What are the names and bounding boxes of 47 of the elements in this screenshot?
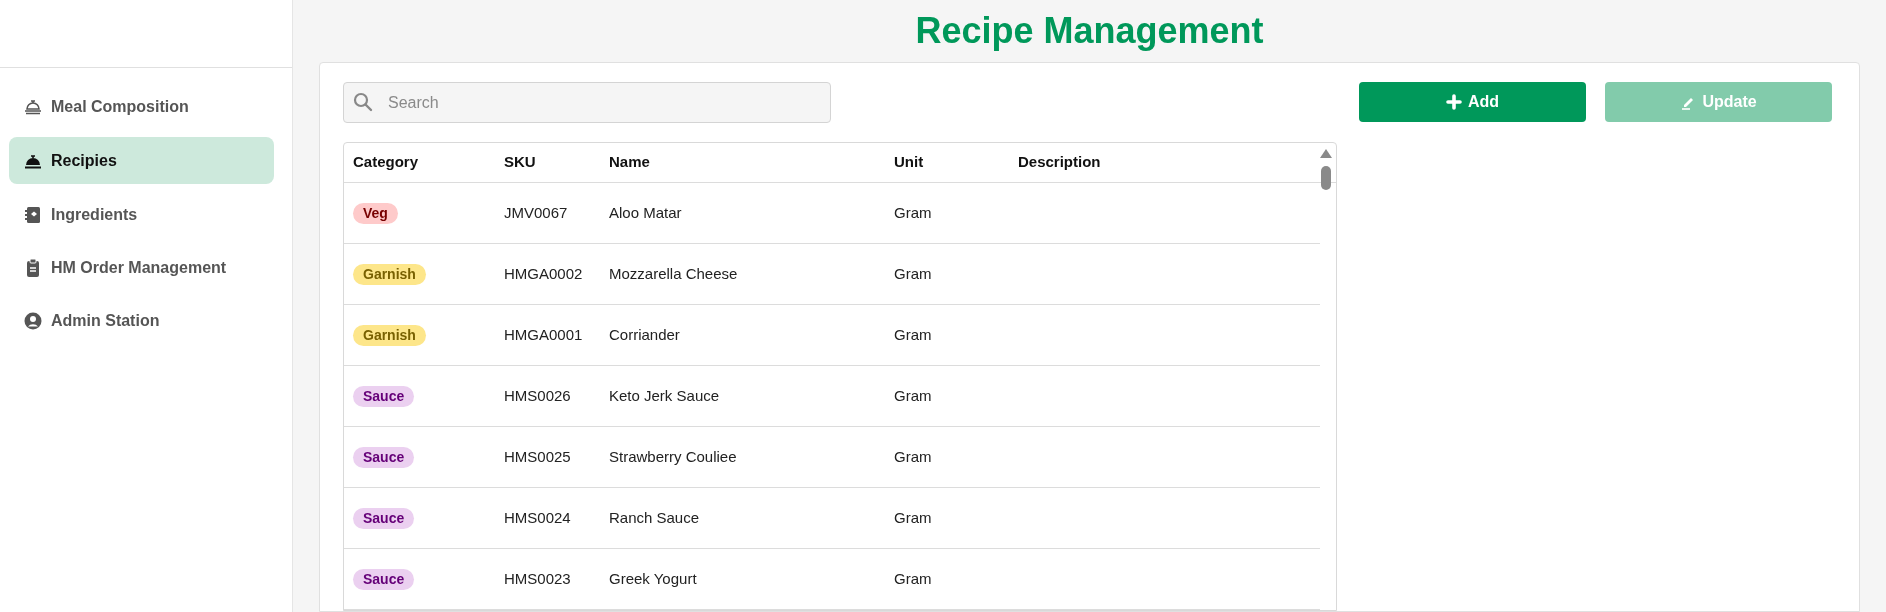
sidebar-item[interactable]: HM Order Management [9, 245, 274, 290]
column-header[interactable]: Category [353, 153, 419, 171]
column-header[interactable]: SKU [504, 153, 536, 171]
category-tag: Veg [353, 202, 398, 224]
category-tag: Garnish [353, 263, 426, 285]
table-cell: HMGA0002 [504, 264, 583, 282]
table-cell: HMGA0001 [504, 325, 583, 343]
table-cell: Corriander [609, 325, 680, 343]
column-header[interactable]: Name [609, 153, 650, 171]
table-cell: Gram [894, 447, 932, 465]
table-cell: JMV0067 [504, 203, 568, 221]
column-header[interactable]: Unit [894, 153, 924, 171]
category-tag: Sauce [353, 385, 415, 407]
table-cell: Mozzarella Cheese [609, 264, 738, 282]
sidebar-item[interactable]: Recipies [9, 137, 274, 184]
user-icon [23, 310, 43, 331]
table-cell: HMS0026 [504, 386, 571, 404]
table-cell: Gram [894, 386, 932, 404]
table-cell: HMS0025 [504, 447, 571, 465]
table-cell: Strawberry Couliee [609, 447, 737, 465]
sidebar-item[interactable]: Admin Station [9, 298, 274, 343]
table-cell: Aloo Matar [609, 203, 682, 221]
table-cell: Keto Jerk Sauce [609, 386, 720, 404]
table-cell: HMS0023 [504, 569, 571, 587]
category-tag: Garnish [353, 324, 426, 346]
table-cell: Ranch Sauce [609, 508, 700, 526]
category-tag: Sauce [353, 568, 415, 590]
sidebar-item[interactable]: Ingredients [9, 192, 274, 237]
table-cell: HMS0024 [504, 508, 571, 526]
search-field[interactable]: Search [343, 82, 831, 123]
table-cell: Gram [894, 508, 932, 526]
table-cell: Gram [894, 325, 932, 343]
search-icon [353, 92, 373, 112]
sidebar-item[interactable]: Meal Composition [9, 84, 274, 129]
book-icon [23, 204, 43, 225]
plus-icon [1445, 94, 1462, 110]
table-cell: Gram [894, 264, 932, 282]
table-cell: Gram [894, 569, 932, 587]
scroll-up-arrow-icon[interactable] [1320, 149, 1332, 158]
scrollbar-thumb[interactable] [1321, 166, 1331, 190]
table-cell: Greek Yogurt [609, 569, 697, 587]
table-cell: Gram [894, 203, 932, 221]
category-tag: Sauce [353, 446, 415, 468]
column-header[interactable]: Description [1018, 153, 1101, 171]
action-button[interactable]: Add [1359, 82, 1586, 122]
category-tag: Sauce [353, 507, 415, 529]
page-title: Recipe Management [914, 9, 1265, 53]
